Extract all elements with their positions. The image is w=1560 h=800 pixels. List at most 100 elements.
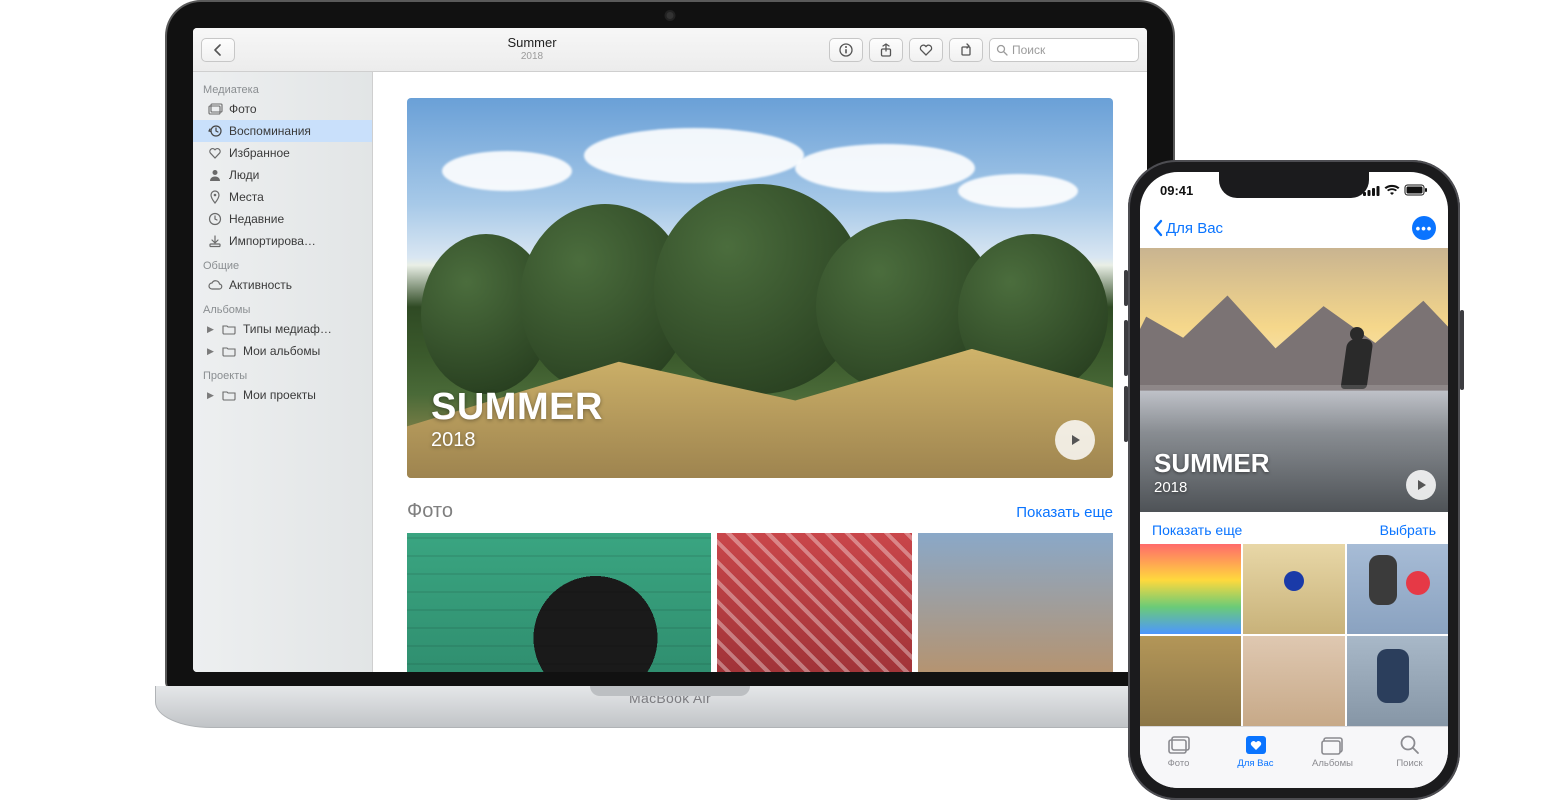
hero-title: SUMMER xyxy=(431,386,603,429)
battery-icon xyxy=(1404,184,1428,196)
iphone-notch xyxy=(1219,172,1369,198)
tab-for-you[interactable]: Для Вас xyxy=(1217,727,1294,776)
tab-photos[interactable]: Фото xyxy=(1140,727,1217,776)
favorite-button[interactable] xyxy=(909,38,943,62)
back-button[interactable]: Для Вас xyxy=(1152,219,1223,237)
tab-albums[interactable]: Альбомы xyxy=(1294,727,1371,776)
search-placeholder: Поиск xyxy=(1012,43,1045,57)
iphone-screen: 09:41 Для Вас ••• SUMMER 2018 xyxy=(1140,172,1448,788)
memory-hero[interactable]: SUMMER 2018 xyxy=(1140,248,1448,512)
show-more-link[interactable]: Показать еще xyxy=(1016,504,1113,521)
toolbar-actions: Поиск xyxy=(829,38,1139,62)
heart-square-icon xyxy=(1244,734,1268,756)
status-time: 09:41 xyxy=(1160,183,1193,198)
photo-thumbnail[interactable] xyxy=(1140,636,1241,726)
sidebar-section-projects: Проекты xyxy=(193,362,372,384)
sidebar-item-activity[interactable]: Активность xyxy=(193,274,372,296)
status-right xyxy=(1363,184,1428,196)
folder-icon xyxy=(221,343,237,359)
back-button[interactable] xyxy=(201,38,235,62)
play-button[interactable] xyxy=(1406,470,1436,500)
tab-label: Фото xyxy=(1168,758,1190,769)
sidebar-item-label: Люди xyxy=(229,168,259,182)
sidebar-section-library: Медиатека xyxy=(193,76,372,98)
photos-app-window: Summer 2018 xyxy=(193,28,1147,672)
iphone-side-button xyxy=(1460,310,1464,390)
play-icon xyxy=(1067,432,1083,448)
folder-icon xyxy=(221,387,237,403)
clock-back-icon xyxy=(207,123,223,139)
albums-icon xyxy=(1321,734,1345,756)
iphone-device: 09:41 Для Вас ••• SUMMER 2018 xyxy=(1128,160,1460,800)
sidebar-item-label: Избранное xyxy=(229,146,290,160)
photo-thumbnail[interactable] xyxy=(918,533,1113,672)
chevron-left-icon xyxy=(1152,219,1164,237)
photo-thumbnail[interactable] xyxy=(1243,636,1344,726)
share-icon xyxy=(879,43,893,57)
sidebar-item-recents[interactable]: Недавние xyxy=(193,208,372,230)
sidebar-item-media-types[interactable]: ▶ Типы медиаф… xyxy=(193,318,372,340)
play-icon xyxy=(1415,479,1427,491)
memory-hero[interactable]: SUMMER 2018 xyxy=(407,98,1113,478)
disclosure-triangle-icon[interactable]: ▶ xyxy=(207,324,215,335)
more-icon: ••• xyxy=(1416,222,1433,235)
info-button[interactable] xyxy=(829,38,863,62)
chevron-left-icon xyxy=(213,44,223,56)
sidebar-item-label: Места xyxy=(229,190,264,204)
heart-icon xyxy=(919,43,933,57)
search-field[interactable]: Поиск xyxy=(989,38,1139,62)
content-area: SUMMER 2018 Фото Показать еще xyxy=(373,72,1147,672)
macbook-camera xyxy=(667,12,674,19)
toolbar-title-area: Summer 2018 xyxy=(241,36,823,62)
app-body: Медиатека Фото Воспоминания Избранное xyxy=(193,72,1147,672)
heart-icon xyxy=(207,145,223,161)
share-button[interactable] xyxy=(869,38,903,62)
sidebar-item-label: Воспоминания xyxy=(229,124,311,138)
sidebar-item-memories[interactable]: Воспоминания xyxy=(193,120,372,142)
photo-thumbnail[interactable] xyxy=(1243,544,1344,634)
photo-stack-icon xyxy=(207,101,223,117)
sidebar-item-label: Фото xyxy=(229,102,257,116)
macbook-device: Summer 2018 xyxy=(155,0,1185,728)
sidebar-item-label: Активность xyxy=(229,278,292,292)
photo-thumbnail[interactable] xyxy=(1347,544,1448,634)
show-more-link[interactable]: Показать еще xyxy=(1152,522,1242,538)
clock-icon xyxy=(207,211,223,227)
hero-mountains xyxy=(1140,285,1448,391)
rotate-button[interactable] xyxy=(949,38,983,62)
sidebar-item-my-albums[interactable]: ▶ Мои альбомы xyxy=(193,340,372,362)
hero-year: 2018 xyxy=(431,429,603,452)
select-link[interactable]: Выбрать xyxy=(1380,522,1436,538)
sidebar-item-my-projects[interactable]: ▶ Мои проекты xyxy=(193,384,372,406)
search-icon xyxy=(996,44,1008,56)
macbook-base: MacBook Air xyxy=(155,686,1185,728)
sidebar: Медиатека Фото Воспоминания Избранное xyxy=(193,72,373,672)
sidebar-item-imports[interactable]: Импортирова… xyxy=(193,230,372,252)
back-label: Для Вас xyxy=(1166,220,1223,237)
tab-label: Альбомы xyxy=(1312,758,1353,769)
nav-bar: Для Вас ••• xyxy=(1140,208,1448,248)
hero-year: 2018 xyxy=(1154,479,1270,496)
pin-icon xyxy=(207,189,223,205)
sidebar-item-photos[interactable]: Фото xyxy=(193,98,372,120)
sidebar-item-places[interactable]: Места xyxy=(193,186,372,208)
tab-search[interactable]: Поиск xyxy=(1371,727,1448,776)
sidebar-item-favorites[interactable]: Избранное xyxy=(193,142,372,164)
sidebar-item-label: Недавние xyxy=(229,212,284,226)
more-button[interactable]: ••• xyxy=(1412,216,1436,240)
sidebar-section-shared: Общие xyxy=(193,252,372,274)
photo-thumbnail[interactable] xyxy=(1347,636,1448,726)
section-heading: Фото xyxy=(407,500,453,523)
sidebar-item-people[interactable]: Люди xyxy=(193,164,372,186)
play-button[interactable] xyxy=(1055,420,1095,460)
macbook-bezel: Summer 2018 xyxy=(165,0,1175,690)
cloud-icon xyxy=(207,277,223,293)
disclosure-triangle-icon[interactable]: ▶ xyxy=(207,390,215,401)
photo-thumbnail[interactable] xyxy=(1140,544,1241,634)
photo-thumbnail[interactable] xyxy=(717,533,912,672)
hero-title-block: SUMMER 2018 xyxy=(431,386,603,452)
photo-stack-icon xyxy=(1167,734,1191,756)
tab-bar: Фото Для Вас Альбомы Поиск xyxy=(1140,726,1448,788)
disclosure-triangle-icon[interactable]: ▶ xyxy=(207,346,215,357)
photo-thumbnail[interactable] xyxy=(407,533,711,672)
